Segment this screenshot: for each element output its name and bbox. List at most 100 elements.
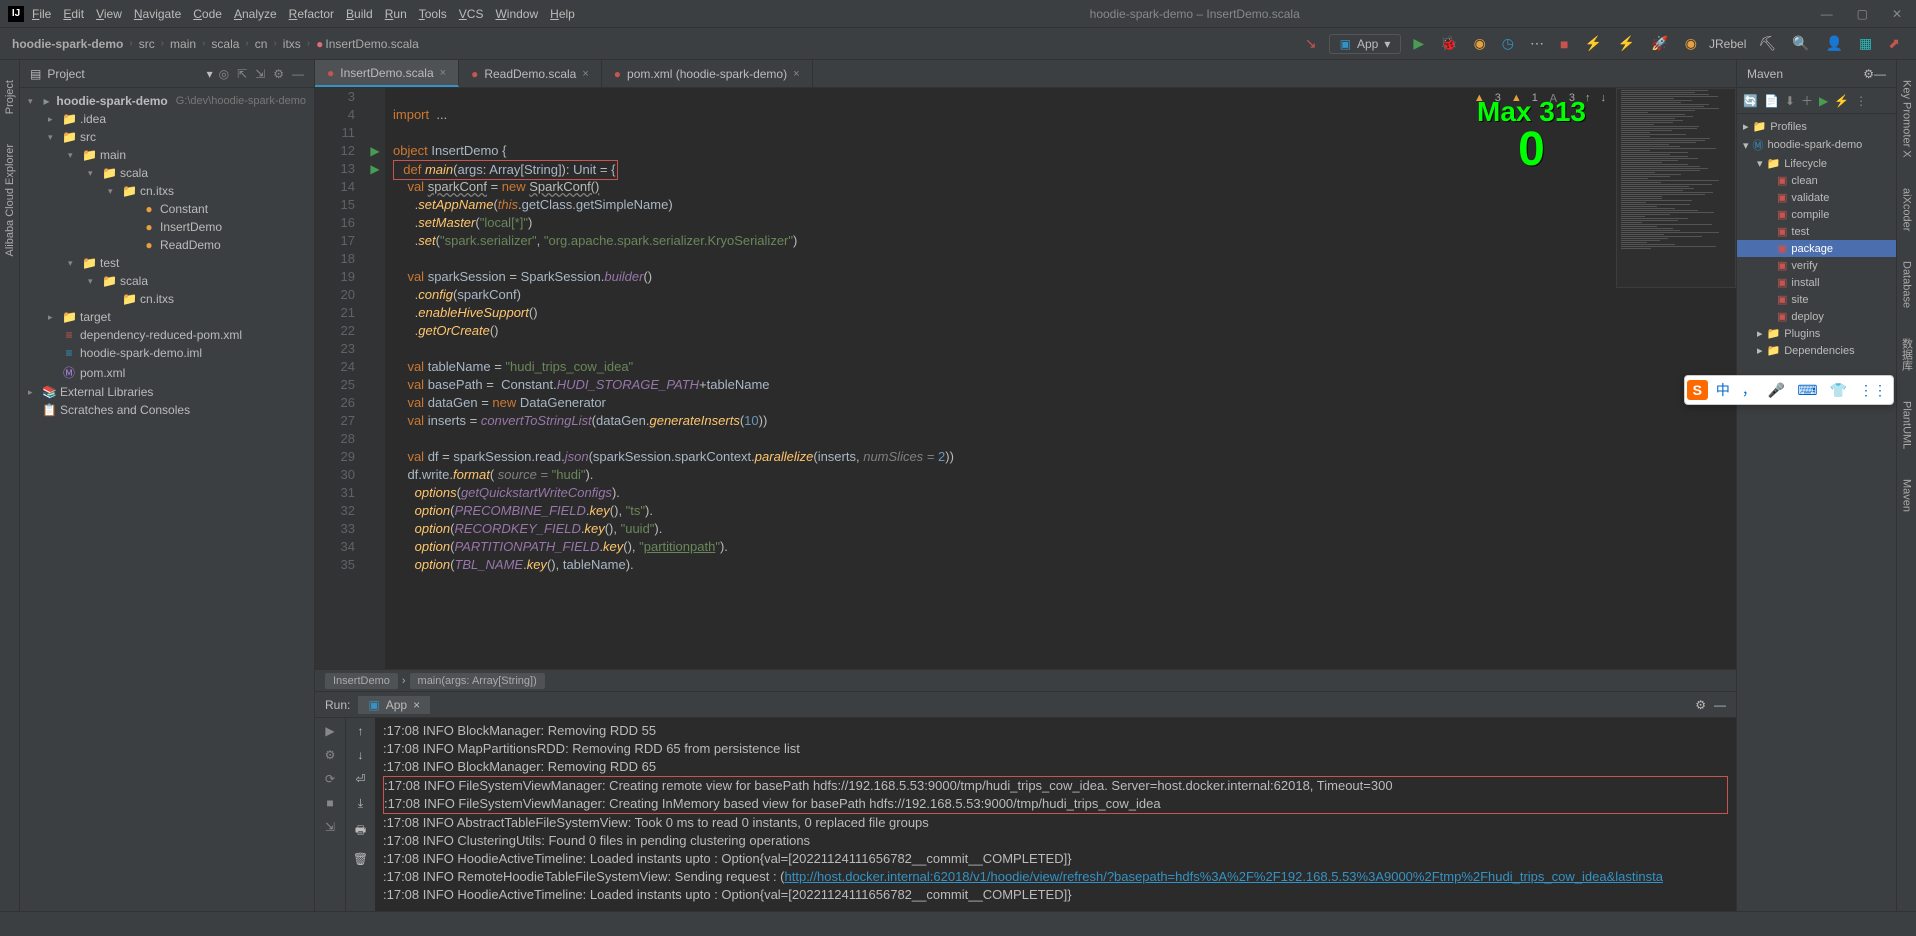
rerun-icon[interactable]: ▶ [325,724,334,738]
maven-goal-validate[interactable]: ▣validate [1737,189,1896,206]
print-icon[interactable]: 🖶 [355,821,366,842]
ime-lang[interactable]: 中 [1712,378,1734,402]
maven-deps[interactable]: ▸📁Dependencies [1737,342,1896,359]
crumb-class[interactable]: InsertDemo [325,673,398,689]
close-tab-icon[interactable]: × [440,67,446,79]
editor-tab[interactable]: ●InsertDemo.scala× [315,60,459,87]
minimap[interactable] [1616,88,1736,288]
crumb-method[interactable]: main(args: Array[String]) [410,673,545,689]
maven-goal-package[interactable]: ▣package [1737,240,1896,257]
maximize-button[interactable]: ▢ [1851,7,1874,21]
console-output[interactable]: :17:08 INFO BlockManager: Removing RDD 5… [375,718,1736,911]
tree-test-scala[interactable]: ▾📁scala [20,272,314,290]
run-stop-icon[interactable]: ■ [326,796,333,810]
maven-goal-site[interactable]: ▣site [1737,291,1896,308]
run-settings-icon[interactable]: ⚙ [325,748,336,762]
plantuml-tool[interactable]: PlantUML [1901,401,1913,449]
tree-ext-libs[interactable]: ▸📚External Libraries [20,383,314,401]
maven-lifecycle[interactable]: ▾📁Lifecycle [1737,155,1896,172]
tree-src[interactable]: ▾📁src [20,128,314,146]
more-icon[interactable]: ⋮ [1855,94,1867,108]
menu-help[interactable]: Help [550,7,575,21]
ime-keyboard[interactable]: ⌨ [1793,380,1821,401]
jrebel-debug-icon[interactable]: ⚡ [1614,33,1639,54]
tree-iml[interactable]: ≡hoodie-spark-demo.iml [20,344,314,362]
run-pin-icon[interactable]: ⟳ [325,772,335,786]
tree-constant[interactable]: ●Constant [20,200,314,218]
maven-goal-compile[interactable]: ▣compile [1737,206,1896,223]
editor-body[interactable]: 3411121314151617181920212223242526272829… [315,88,1736,669]
dropdown-icon[interactable]: ▾ [207,67,213,81]
console-link[interactable]: http://host.docker.internal:62018/v1/hoo… [785,869,1663,884]
editor-tab[interactable]: ●pom.xml (hoodie-spark-demo)× [602,60,813,87]
maven-project[interactable]: ▾Ⓜhoodie-spark-demo [1737,135,1896,155]
expand-icon[interactable]: ⇲ [255,67,265,81]
exit-icon[interactable]: ⬈ [1884,33,1904,54]
maven-goal-install[interactable]: ▣install [1737,274,1896,291]
alibaba-tool[interactable]: Alibaba Cloud Explorer [4,144,16,257]
run-gutter-icon[interactable]: ▶ [370,162,379,176]
key-promoter-tool[interactable]: Key Promoter X [1901,80,1913,158]
tree-scratches[interactable]: 📋Scratches and Consoles [20,401,314,419]
rocket-icon[interactable]: 🚀 [1647,33,1672,54]
run-hide-icon[interactable]: ― [1714,698,1726,712]
download-icon[interactable]: ⬇ [1785,94,1795,108]
hammer-icon[interactable]: ↘ [1301,33,1321,54]
maven-goal-clean[interactable]: ▣clean [1737,172,1896,189]
run-gutter-icon[interactable]: ▶ [370,144,379,158]
menu-view[interactable]: View [96,7,122,21]
breadcrumb-item[interactable]: scala [211,37,239,51]
tree-readdemo[interactable]: ●ReadDemo [20,236,314,254]
profile-button[interactable]: ◷ [1498,33,1518,54]
run-maven-icon[interactable]: ▶ [1819,94,1828,108]
tree-test[interactable]: ▾📁test [20,254,314,272]
scroll-icon[interactable]: ⤓ [358,796,363,811]
maven-goal-deploy[interactable]: ▣deploy [1737,308,1896,325]
debug-button[interactable]: 🐞 [1436,33,1461,54]
search-icon[interactable]: 🔍 [1788,33,1813,54]
clear-icon[interactable]: 🗑 [353,852,368,866]
jrebel-icon[interactable]: ◉ [1681,33,1701,54]
tree-dep-pom[interactable]: ≡dependency-reduced-pom.xml [20,326,314,344]
wrap-icon[interactable]: ⏎ [355,772,365,786]
down-icon[interactable]: ↓ [358,748,364,762]
tree-scala[interactable]: ▾📁scala [20,164,314,182]
build-icon[interactable]: ⛏ [1754,33,1780,54]
ime-menu[interactable]: ⋮⋮ [1855,380,1891,401]
maven-settings-icon[interactable]: ⚙ [1863,67,1874,81]
jrebel-label[interactable]: JRebel [1709,37,1746,51]
menu-navigate[interactable]: Navigate [134,7,181,21]
menu-build[interactable]: Build [346,7,373,21]
maven-plugins[interactable]: ▸📁Plugins [1737,325,1896,342]
execute-icon[interactable]: ⚡ [1834,94,1849,108]
run-button[interactable]: ▶ [1409,33,1428,54]
menu-vcs[interactable]: VCS [459,7,484,21]
editor-tab[interactable]: ●ReadDemo.scala× [459,60,602,87]
menu-refactor[interactable]: Refactor [289,7,334,21]
breadcrumb-item[interactable]: main [170,37,196,51]
menu-analyze[interactable]: Analyze [234,7,277,21]
breadcrumb-item[interactable]: cn [255,37,268,51]
maven-goal-verify[interactable]: ▣verify [1737,257,1896,274]
target-icon[interactable]: ◎ [219,67,229,81]
tree-test-pkg[interactable]: 📁cn.itxs [20,290,314,308]
breadcrumb-item[interactable]: ●InsertDemo.scala [316,37,419,51]
project-root[interactable]: ▾▸hoodie-spark-demoG:\dev\hoodie-spark-d… [20,92,314,110]
collapse-icon[interactable]: ⇱ [237,67,247,81]
coverage-button[interactable]: ◉ [1470,33,1490,54]
refresh-icon[interactable]: 🔄 [1743,94,1758,108]
breadcrumb-item[interactable]: src [139,37,155,51]
breadcrumb-item[interactable]: itxs [283,37,301,51]
jrebel-run-icon[interactable]: ⚡ [1580,33,1605,54]
plus-icon[interactable]: ＋ [1801,92,1813,109]
menu-code[interactable]: Code [193,7,222,21]
menu-tools[interactable]: Tools [419,7,447,21]
tree-package[interactable]: ▾📁cn.itxs [20,182,314,200]
menu-file[interactable]: File [32,7,51,21]
maven-hide-icon[interactable]: ― [1874,67,1886,81]
menu-run[interactable]: Run [385,7,407,21]
database-cn-tool[interactable]: 数据库 [1899,338,1915,371]
close-tab-icon[interactable]: × [793,68,799,80]
database-tool[interactable]: Database [1901,261,1913,308]
close-tab-icon[interactable]: × [582,68,588,80]
